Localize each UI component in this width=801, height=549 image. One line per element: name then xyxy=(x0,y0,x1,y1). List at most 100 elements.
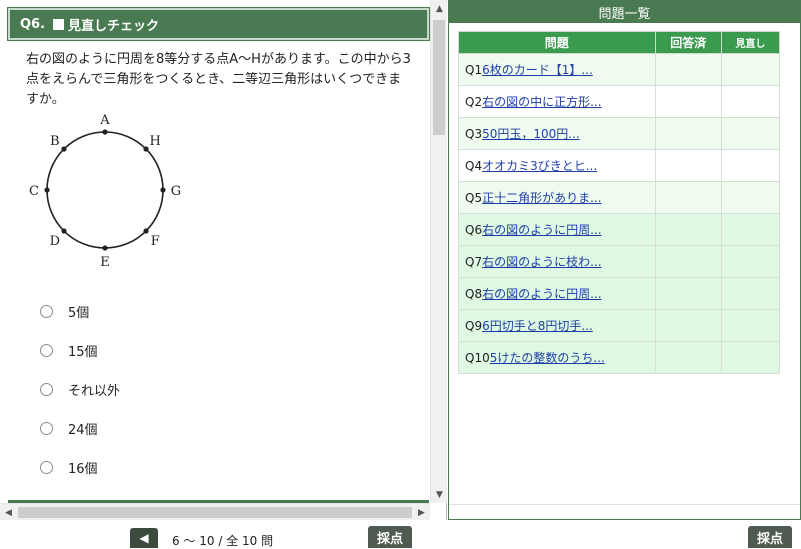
question-cell: Q6右の図のように円周... xyxy=(458,213,656,246)
question-no: Q1 xyxy=(465,63,483,77)
score-button[interactable]: 採点 xyxy=(748,526,792,548)
question-link[interactable]: オオカミ3びきとヒ... xyxy=(482,159,597,173)
figure-label: A xyxy=(99,113,110,128)
question-no: Q10 xyxy=(465,351,490,365)
page-range: 6 〜 10 / 全 10 問 xyxy=(172,534,274,548)
choice-list: 5個 15個 それ以外 24個 16個 xyxy=(40,292,120,487)
answered-cell xyxy=(654,277,722,310)
question-cell: Q2右の図の中に正方形... xyxy=(458,85,656,118)
figure-point xyxy=(61,146,67,152)
scroll-up-icon[interactable]: ▲ xyxy=(431,0,448,17)
answered-cell xyxy=(654,245,722,278)
table-row[interactable]: Q4オオカミ3びきとヒ... xyxy=(458,149,781,182)
figure-point xyxy=(143,146,149,152)
choice-item[interactable]: 16個 xyxy=(40,448,120,487)
review-cell xyxy=(720,85,781,118)
answered-cell xyxy=(654,117,722,150)
question-link[interactable]: 右の図のように円周... xyxy=(482,287,601,301)
answered-cell xyxy=(654,149,722,182)
figure-label: C xyxy=(29,184,39,199)
review-cell xyxy=(720,341,781,374)
table-row[interactable]: Q6右の図のように円周... xyxy=(458,213,781,246)
question-link[interactable]: 正十二角形がありま... xyxy=(482,191,601,205)
question-number: Q6. xyxy=(20,16,46,32)
review-cell xyxy=(720,53,781,86)
question-no: Q6 xyxy=(465,223,483,237)
question-cell: Q105けたの整数のうち... xyxy=(458,341,656,374)
scroll-right-icon[interactable]: ▶ xyxy=(413,504,430,521)
radio-button[interactable] xyxy=(40,344,53,357)
question-no: Q2 xyxy=(465,95,483,109)
choice-label: それ以外 xyxy=(68,384,121,399)
list-title: 問題一覧 xyxy=(449,1,800,23)
question-no: Q3 xyxy=(465,127,483,141)
question-link[interactable]: 右の図のように円周... xyxy=(482,223,601,237)
question-no: Q5 xyxy=(465,191,483,205)
choice-item[interactable]: 5個 xyxy=(40,292,120,331)
radio-button[interactable] xyxy=(40,422,53,435)
question-link[interactable]: 右の図のように枝わ... xyxy=(482,255,601,269)
figure-label: D xyxy=(50,234,60,249)
scroll-down-icon[interactable]: ▼ xyxy=(431,486,448,503)
horizontal-scrollbar[interactable] xyxy=(449,504,800,519)
table-row[interactable]: Q5正十二角形がありま... xyxy=(458,181,781,214)
radio-button[interactable] xyxy=(40,461,53,474)
figure-point xyxy=(44,187,50,193)
scroll-thumb[interactable] xyxy=(433,20,445,135)
question-cell: Q8右の図のように円周... xyxy=(458,277,656,310)
table-row[interactable]: Q105けたの整数のうち... xyxy=(458,341,781,374)
review-check-label: 見直しチェック xyxy=(68,18,160,34)
score-button[interactable]: 採点 xyxy=(368,526,412,548)
choice-item[interactable]: 15個 xyxy=(40,331,120,370)
circle-figure: A B C D E F G H xyxy=(29,113,181,270)
table-row[interactable]: Q16枚のカード【1】... xyxy=(458,53,781,86)
horizontal-scrollbar[interactable]: ◀ ▶ xyxy=(0,503,430,520)
scroll-thumb[interactable] xyxy=(18,507,412,518)
answered-cell xyxy=(654,85,722,118)
figure-point xyxy=(143,228,149,234)
review-cell xyxy=(720,117,781,150)
question-cell: Q5正十二角形がありま... xyxy=(458,181,656,214)
answered-cell xyxy=(654,341,722,374)
table-row[interactable]: Q7右の図のように枝わ... xyxy=(458,245,781,278)
figure-point xyxy=(102,245,108,251)
scroll-left-icon[interactable]: ◀ xyxy=(0,504,17,521)
answered-cell xyxy=(654,181,722,214)
figure-label: B xyxy=(50,134,60,149)
table-row[interactable]: Q8右の図のように円周... xyxy=(458,277,781,310)
question-no: Q8 xyxy=(465,287,483,301)
choice-label: 5個 xyxy=(68,306,90,321)
choice-item[interactable]: 24個 xyxy=(40,409,120,448)
figure-label: G xyxy=(171,184,181,199)
question-cell: Q4オオカミ3びきとヒ... xyxy=(458,149,656,182)
radio-button[interactable] xyxy=(40,383,53,396)
table-row[interactable]: Q96円切手と8円切手... xyxy=(458,309,781,342)
question-header: Q6. 見直しチェック xyxy=(7,7,430,41)
question-link[interactable]: 50円玉，100円... xyxy=(482,127,580,141)
figure-label: E xyxy=(100,255,110,270)
review-cell xyxy=(720,309,781,342)
question-table: 問題 回答済 見直し Q16枚のカード【1】... Q2右の図の中に正方形... Q… xyxy=(458,31,781,374)
question-link[interactable]: 5けたの整数のうち... xyxy=(490,351,605,365)
table-row[interactable]: Q2右の図の中に正方形... xyxy=(458,85,781,118)
radio-button[interactable] xyxy=(40,305,53,318)
review-cell xyxy=(720,181,781,214)
choice-item[interactable]: それ以外 xyxy=(40,370,120,409)
vertical-scrollbar[interactable]: ▲ ▼ xyxy=(430,0,447,503)
review-cell xyxy=(720,149,781,182)
question-cell: Q350円玉，100円... xyxy=(458,117,656,150)
question-link[interactable]: 6枚のカード【1】... xyxy=(482,63,593,77)
question-link[interactable]: 6円切手と8円切手... xyxy=(482,319,593,333)
figure-label: H xyxy=(150,134,161,149)
arrow-left-circle-icon: ◀ xyxy=(139,531,149,545)
table-row[interactable]: Q350円玉，100円... xyxy=(458,117,781,150)
question-no: Q7 xyxy=(465,255,483,269)
column-header: 問題 xyxy=(458,31,656,54)
prev-page-button[interactable]: ◀ xyxy=(130,528,158,548)
question-no: Q4 xyxy=(465,159,483,173)
review-checkbox[interactable] xyxy=(53,18,65,30)
column-header: 回答済 xyxy=(654,31,722,54)
question-link[interactable]: 右の図の中に正方形... xyxy=(482,95,601,109)
question-panel: Q6. 見直しチェック 右の図のように円周を8等分する点A〜Hがあります。この中… xyxy=(0,0,447,520)
review-cell xyxy=(720,213,781,246)
